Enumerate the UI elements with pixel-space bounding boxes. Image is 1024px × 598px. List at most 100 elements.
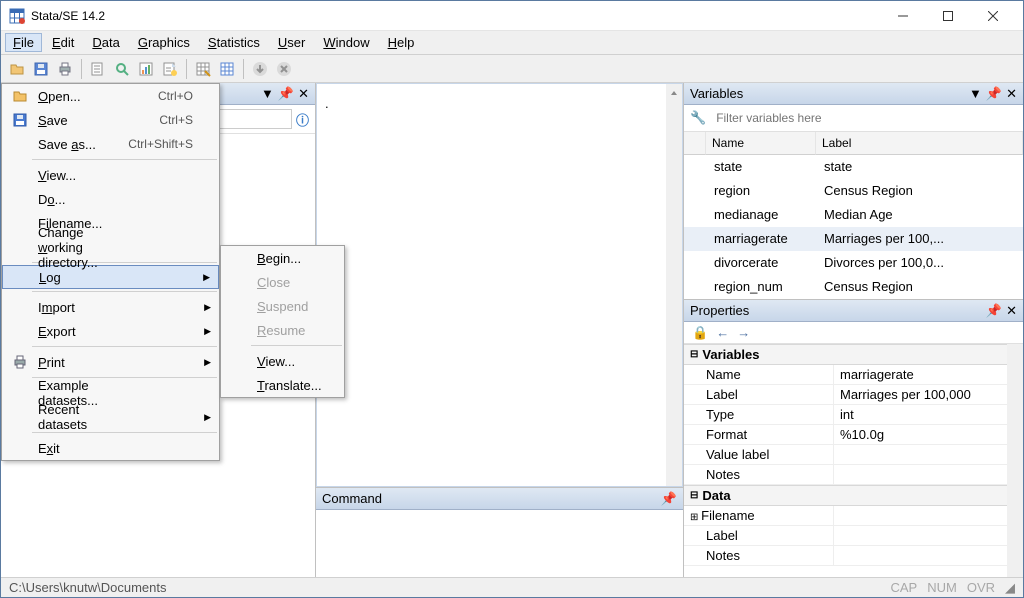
maximize-button[interactable] — [925, 1, 970, 30]
menu-log[interactable]: Log▶ — [2, 265, 219, 289]
prev-arrow-icon[interactable]: ← — [716, 325, 729, 340]
props-value[interactable]: int — [834, 405, 1007, 425]
filter-icon[interactable]: ▼ — [969, 86, 982, 102]
menu-statistics[interactable]: Statistics — [200, 33, 268, 52]
pin-icon[interactable]: 📌 — [278, 86, 294, 102]
submenu-translate[interactable]: Translate... — [221, 373, 344, 397]
props-key[interactable]: Name — [684, 365, 834, 385]
var-label-cell[interactable]: state — [816, 155, 1023, 179]
menu-file[interactable]: File — [5, 33, 42, 52]
var-label-cell[interactable]: Marriages per 100,... — [816, 227, 1023, 251]
menu-data[interactable]: Data — [84, 33, 127, 52]
var-name-cell[interactable]: marriagerate — [706, 227, 816, 251]
menu-window[interactable]: Window — [315, 33, 377, 52]
collapse-icon[interactable]: ⊟ — [690, 490, 698, 501]
props-value[interactable] — [834, 465, 1007, 485]
results-pane[interactable]: . — [316, 83, 683, 487]
var-label-cell[interactable]: Divorces per 100,0... — [816, 251, 1023, 275]
submenu-suspend[interactable]: Suspend — [221, 294, 344, 318]
lock-icon[interactable]: 🔒 — [692, 325, 708, 341]
menu-cwd[interactable]: Change working directory... — [2, 235, 219, 259]
toolbar-data-editor-icon[interactable] — [193, 59, 213, 79]
close-pane-icon[interactable]: ✕ — [1006, 86, 1017, 102]
filter-icon[interactable]: ▼ — [261, 86, 274, 102]
menu-exit[interactable]: Exit — [2, 436, 219, 460]
pin-icon[interactable]: 📌 — [986, 303, 1002, 319]
props-key[interactable]: Notes — [684, 546, 834, 566]
properties-scrollbar[interactable] — [1007, 344, 1023, 577]
vars-col-name[interactable]: Name — [706, 132, 816, 155]
table-row-marker[interactable] — [684, 275, 706, 299]
props-section-header[interactable]: ⊟Variables — [684, 344, 1007, 365]
menu-view[interactable]: View... — [2, 163, 219, 187]
props-key[interactable]: Label — [684, 385, 834, 405]
scroll-up-icon[interactable] — [666, 84, 682, 102]
props-value[interactable] — [834, 445, 1007, 465]
submenu-begin[interactable]: Begin... — [221, 246, 344, 270]
table-row-marker[interactable] — [684, 251, 706, 275]
menu-open[interactable]: Open...Ctrl+O — [2, 84, 219, 108]
info-icon[interactable]: ⓘ — [296, 110, 309, 129]
menu-save-as[interactable]: Save as...Ctrl+Shift+S — [2, 132, 219, 156]
variables-filter-input[interactable] — [712, 108, 1017, 128]
var-label-cell[interactable]: Census Region — [816, 275, 1023, 299]
var-label-cell[interactable]: Median Age — [816, 203, 1023, 227]
results-scrollbar[interactable] — [666, 84, 682, 486]
menu-do[interactable]: Do... — [2, 187, 219, 211]
toolbar-data-browser-icon[interactable] — [217, 59, 237, 79]
menu-edit[interactable]: Edit — [44, 33, 82, 52]
props-value[interactable] — [834, 526, 1007, 546]
pin-icon[interactable]: 📌 — [986, 86, 1002, 102]
var-label-cell[interactable]: Census Region — [816, 179, 1023, 203]
collapse-icon[interactable]: ⊟ — [690, 349, 698, 360]
props-key[interactable]: Label — [684, 526, 834, 546]
menu-recent-datasets[interactable]: Recent datasets▶ — [2, 405, 219, 429]
var-name-cell[interactable]: region_num — [706, 275, 816, 299]
props-key[interactable]: Notes — [684, 465, 834, 485]
expand-icon[interactable]: ⊞ — [690, 512, 701, 523]
props-key[interactable]: Type — [684, 405, 834, 425]
var-name-cell[interactable]: divorcerate — [706, 251, 816, 275]
props-value[interactable]: %10.0g — [834, 425, 1007, 445]
wrench-icon[interactable]: 🔧 — [690, 110, 706, 126]
menu-save[interactable]: SaveCtrl+S — [2, 108, 219, 132]
close-pane-icon[interactable]: ✕ — [298, 86, 309, 102]
vars-col-label[interactable]: Label — [816, 132, 1023, 155]
props-section-header[interactable]: ⊟Data — [684, 485, 1007, 506]
menu-graphics[interactable]: Graphics — [130, 33, 198, 52]
toolbar-viewer-icon[interactable] — [112, 59, 132, 79]
toolbar-break-icon[interactable] — [274, 59, 294, 79]
props-value[interactable] — [834, 546, 1007, 566]
minimize-button[interactable] — [880, 1, 925, 30]
resize-grip-icon[interactable]: ◢ — [1005, 580, 1015, 596]
props-key[interactable]: Format — [684, 425, 834, 445]
menu-import[interactable]: Import▶ — [2, 295, 219, 319]
toolbar-graph-icon[interactable] — [136, 59, 156, 79]
menu-export[interactable]: Export▶ — [2, 319, 219, 343]
props-value[interactable]: Marriages per 100,000 — [834, 385, 1007, 405]
command-input[interactable] — [316, 510, 683, 577]
var-name-cell[interactable]: state — [706, 155, 816, 179]
toolbar-print-icon[interactable] — [55, 59, 75, 79]
close-button[interactable] — [970, 1, 1015, 30]
props-key[interactable]: Value label — [684, 445, 834, 465]
close-pane-icon[interactable]: ✕ — [1006, 303, 1017, 319]
table-row-marker[interactable] — [684, 203, 706, 227]
menu-user[interactable]: User — [270, 33, 313, 52]
table-row-marker[interactable] — [684, 179, 706, 203]
toolbar-open-icon[interactable] — [7, 59, 27, 79]
vars-col-blank[interactable] — [684, 132, 706, 155]
pin-icon[interactable]: 📌 — [661, 491, 677, 507]
menu-help[interactable]: Help — [380, 33, 423, 52]
submenu-close[interactable]: Close — [221, 270, 344, 294]
var-name-cell[interactable]: medianage — [706, 203, 816, 227]
table-row-marker[interactable] — [684, 155, 706, 179]
toolbar-save-icon[interactable] — [31, 59, 51, 79]
menu-print[interactable]: Print▶ — [2, 350, 219, 374]
submenu-view[interactable]: View... — [221, 349, 344, 373]
table-row-marker[interactable] — [684, 227, 706, 251]
props-key[interactable]: ⊞ Filename — [684, 506, 834, 526]
submenu-resume[interactable]: Resume — [221, 318, 344, 342]
next-arrow-icon[interactable]: → — [737, 325, 750, 340]
var-name-cell[interactable]: region — [706, 179, 816, 203]
